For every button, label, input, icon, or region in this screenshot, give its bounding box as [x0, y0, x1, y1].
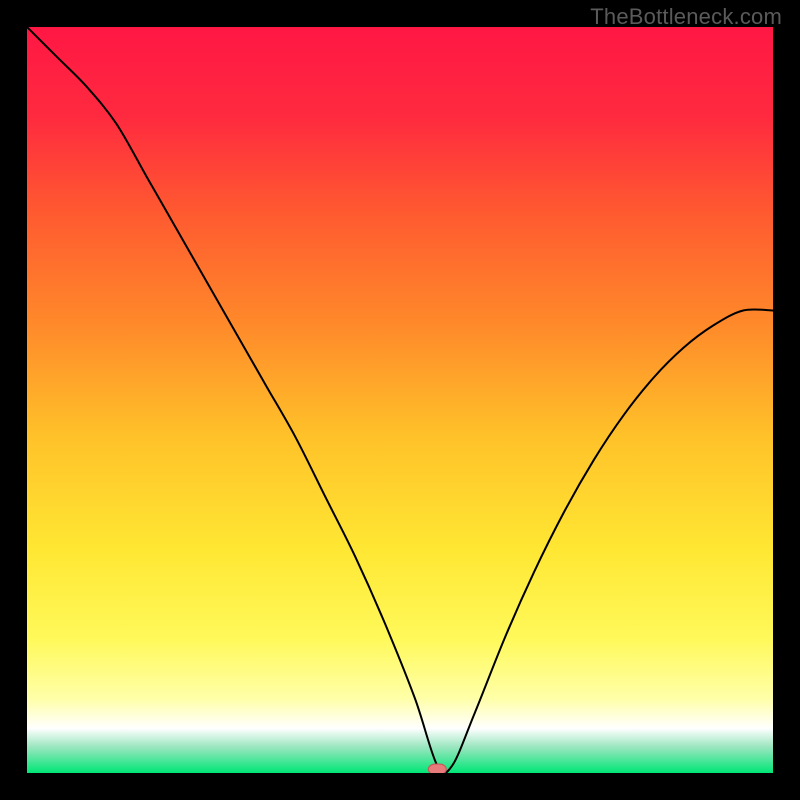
- bottleneck-chart: [27, 27, 773, 773]
- chart-frame: TheBottleneck.com: [0, 0, 800, 800]
- min-marker: [428, 764, 446, 773]
